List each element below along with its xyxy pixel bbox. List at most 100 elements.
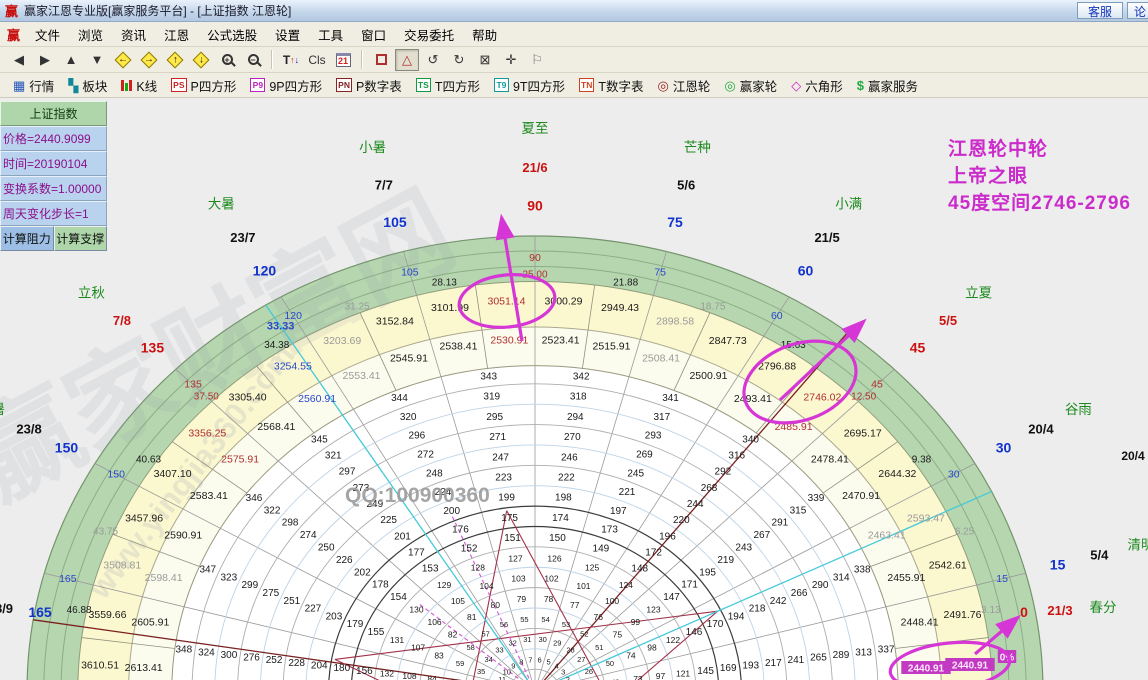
customer-service-button[interactable]: 客服 <box>1077 2 1123 19</box>
pan-up-icon[interactable]: ↑ <box>163 49 187 71</box>
tool-9p-square[interactable]: P99P四方形 <box>243 74 329 96</box>
svg-text:219: 219 <box>717 555 734 566</box>
svg-text:18.75: 18.75 <box>700 301 725 312</box>
svg-text:7: 7 <box>528 655 532 664</box>
svg-text:2440.91: 2440.91 <box>908 664 945 675</box>
calc-support-button[interactable]: 计算支撑 <box>54 226 108 251</box>
svg-text:152: 152 <box>461 544 478 555</box>
svg-text:225: 225 <box>380 515 397 526</box>
shape-triangle-icon[interactable]: △ <box>395 49 419 71</box>
tool-label: K线 <box>136 76 157 95</box>
menu-item-工具[interactable]: 工具 <box>309 26 352 46</box>
menu-item-浏览[interactable]: 浏览 <box>69 26 112 46</box>
svg-text:271: 271 <box>489 432 506 443</box>
tool-label: 六角形 <box>805 76 843 95</box>
shape-square-icon[interactable] <box>369 49 393 71</box>
tool-p-square[interactable]: PSP四方形 <box>164 74 243 96</box>
annotation-line: 江恩轮中轮 <box>948 136 1131 163</box>
pan-left-icon[interactable]: ← <box>111 49 135 71</box>
calc-resistance-button[interactable]: 计算阻力 <box>0 226 54 251</box>
svg-text:150: 150 <box>549 533 566 544</box>
svg-text:197: 197 <box>610 506 627 517</box>
svg-text:8: 8 <box>519 658 523 667</box>
svg-text:21/5: 21/5 <box>814 230 839 245</box>
tool-sectors[interactable]: ▚板块 <box>61 74 114 96</box>
tool-hexagon[interactable]: ◇六角形 <box>784 74 850 96</box>
calendar-icon[interactable]: 21 <box>331 49 355 71</box>
flag-icon[interactable]: ⚐ <box>525 49 549 71</box>
tool-label: 板块 <box>82 76 107 95</box>
svg-text:297: 297 <box>339 467 356 478</box>
pan-down-icon[interactable]: ↓ <box>189 49 213 71</box>
box-x-icon[interactable]: ⊠ <box>473 49 497 71</box>
svg-text:20/4: 20/4 <box>1121 449 1145 463</box>
t-updown-icon[interactable]: T↑↓ <box>279 49 303 71</box>
svg-text:339: 339 <box>808 493 825 504</box>
svg-text:342: 342 <box>573 371 590 382</box>
svg-text:169: 169 <box>720 663 737 674</box>
tool-9t-square[interactable]: T99T四方形 <box>487 74 572 96</box>
svg-text:198: 198 <box>555 493 572 504</box>
menu-item-江恩[interactable]: 江恩 <box>155 26 198 46</box>
svg-text:30: 30 <box>538 635 546 644</box>
svg-text:3559.66: 3559.66 <box>89 609 127 621</box>
cls-button[interactable]: Cls <box>305 49 329 71</box>
svg-text:147: 147 <box>663 592 680 603</box>
svg-text:124: 124 <box>619 580 633 590</box>
zoom-out-icon[interactable]: − <box>241 49 265 71</box>
menu-item-帮助[interactable]: 帮助 <box>463 26 506 46</box>
menu-item-窗口[interactable]: 窗口 <box>352 26 395 46</box>
svg-text:55: 55 <box>520 615 528 624</box>
menu-item-交易委托[interactable]: 交易委托 <box>395 26 463 46</box>
svg-text:20/4: 20/4 <box>1028 421 1054 436</box>
kline-icon <box>121 80 132 91</box>
menu-item-公式选股[interactable]: 公式选股 <box>198 26 266 46</box>
svg-text:296: 296 <box>409 431 426 442</box>
svg-text:2448.41: 2448.41 <box>901 616 939 628</box>
svg-text:33.33: 33.33 <box>267 320 295 332</box>
svg-text:小满: 小满 <box>835 196 862 211</box>
svg-text:芒种: 芒种 <box>684 140 711 155</box>
svg-text:241: 241 <box>788 655 805 666</box>
svg-text:40.63: 40.63 <box>136 455 161 466</box>
svg-text:3101.99: 3101.99 <box>431 302 469 314</box>
rotate-ccw-icon[interactable]: ↺ <box>421 49 445 71</box>
nav-left-icon[interactable]: ◀ <box>7 49 31 71</box>
menu-item-资讯[interactable]: 资讯 <box>112 26 155 46</box>
svg-text:289: 289 <box>833 650 850 661</box>
svg-text:5: 5 <box>547 658 551 667</box>
rotate-cw-icon[interactable]: ↻ <box>447 49 471 71</box>
forum-button[interactable]: 论坛 <box>1127 2 1148 19</box>
svg-text:77: 77 <box>570 600 580 610</box>
svg-text:23/8: 23/8 <box>16 421 41 436</box>
nav-up-icon[interactable]: ▲ <box>59 49 83 71</box>
tool-kline[interactable]: K线 <box>114 74 164 96</box>
tool-quotes[interactable]: ▦行情 <box>6 74 61 96</box>
svg-text:75: 75 <box>613 629 623 639</box>
fit-center-icon[interactable]: ✛ <box>499 49 523 71</box>
svg-text:12.50: 12.50 <box>851 392 876 403</box>
tool-t-table[interactable]: TNT数字表 <box>572 74 650 96</box>
svg-text:2593.47: 2593.47 <box>907 512 945 524</box>
tool-gann-wheel[interactable]: ◎江恩轮 <box>651 74 718 96</box>
tool-p-table[interactable]: PNP数字表 <box>329 74 409 96</box>
svg-text:45: 45 <box>871 379 883 391</box>
menu-item-设置[interactable]: 设置 <box>266 26 309 46</box>
svg-text:268: 268 <box>701 483 718 494</box>
svg-text:320: 320 <box>400 412 417 423</box>
svg-text:218: 218 <box>749 604 766 615</box>
nav-down-icon[interactable]: ▼ <box>85 49 109 71</box>
menu-item-文件[interactable]: 文件 <box>26 26 69 46</box>
pan-right-icon[interactable]: → <box>137 49 161 71</box>
svg-text:248: 248 <box>426 468 443 479</box>
nav-right-icon[interactable]: ▶ <box>33 49 57 71</box>
svg-text:348: 348 <box>176 645 193 656</box>
zoom-in-icon[interactable]: + <box>215 49 239 71</box>
svg-text:226: 226 <box>336 555 353 566</box>
tool-winner-wheel[interactable]: ◎赢家轮 <box>717 74 784 96</box>
svg-text:3000.29: 3000.29 <box>545 295 583 307</box>
tool-t-square[interactable]: TST四方形 <box>409 74 487 96</box>
svg-text:177: 177 <box>408 548 425 559</box>
tool-winner-service[interactable]: $赢家服务 <box>850 74 925 96</box>
annotation-line: 45度空间2746-2796 <box>948 190 1131 217</box>
